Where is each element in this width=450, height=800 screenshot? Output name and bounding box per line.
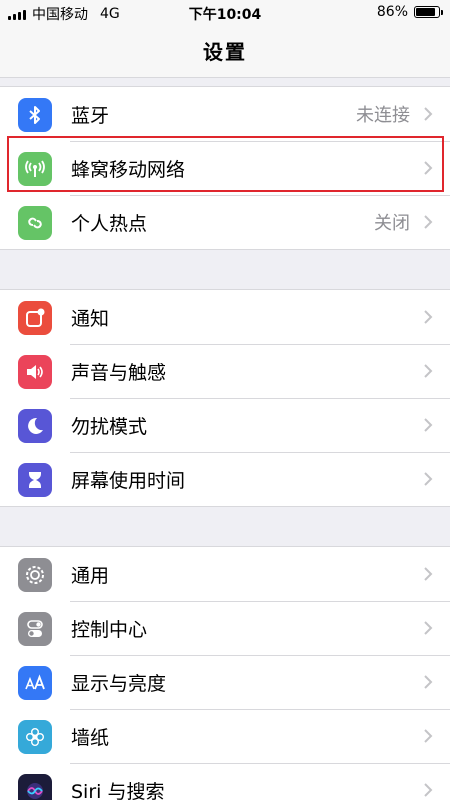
settings-row-label: 勿扰模式: [71, 415, 148, 438]
chevron-right-icon: [424, 783, 433, 797]
settings-row-general[interactable]: 通用: [0, 547, 450, 601]
page-title: 设置: [203, 40, 247, 64]
chevron-right-icon: [424, 215, 433, 229]
settings-row-label: 显示与亮度: [71, 672, 167, 695]
settings-row-label: 通知: [71, 307, 110, 330]
chevron-right-icon: [424, 675, 433, 689]
settings-row-value: 关闭: [374, 213, 410, 234]
moon-icon: [18, 409, 52, 443]
siri-icon: [18, 774, 52, 800]
settings-row-label: Siri 与搜索: [71, 780, 165, 800]
hourglass-icon: [18, 463, 52, 497]
chevron-right-icon: [424, 621, 433, 635]
settings-row-label: 控制中心: [71, 618, 148, 641]
settings-row-personal-hotspot[interactable]: 个人热点 关闭: [0, 195, 450, 249]
settings-row-sounds-haptics[interactable]: 声音与触感: [0, 344, 450, 398]
settings-group-general: 通用 控制中心 显示与亮度 墙纸 Siri 与搜索: [0, 546, 450, 800]
status-right: 86%: [376, 4, 443, 20]
settings-row-notifications[interactable]: 通知: [0, 290, 450, 344]
toggles-icon: [18, 612, 52, 646]
personal-hotspot-icon: [18, 206, 52, 240]
bluetooth-icon: [18, 98, 52, 132]
navigation-bar: 设置: [0, 26, 450, 78]
settings-row-cellular[interactable]: 蜂窝移动网络: [0, 141, 450, 195]
settings-row-value: 未连接: [356, 105, 410, 126]
settings-row-label: 声音与触感: [71, 361, 167, 384]
settings-row-label: 通用: [71, 564, 110, 587]
settings-group-alerts: 通知 声音与触感 勿扰模式 屏幕使用时间: [0, 289, 450, 507]
chevron-right-icon: [424, 729, 433, 743]
settings-row-control-center[interactable]: 控制中心: [0, 601, 450, 655]
cellular-antenna-icon: [18, 152, 52, 186]
battery-percent: 86%: [376, 4, 408, 20]
battery-icon: [414, 6, 443, 18]
status-bar: 中国移动 4G 下午10:04 86%: [0, 0, 450, 26]
settings-row-screen-time[interactable]: 屏幕使用时间: [0, 452, 450, 506]
notifications-icon: [18, 301, 52, 335]
chevron-right-icon: [424, 472, 433, 486]
settings-row-bluetooth[interactable]: 蓝牙 未连接: [0, 87, 450, 141]
chevron-right-icon: [424, 161, 433, 175]
settings-row-label: 墙纸: [71, 726, 110, 749]
settings-row-do-not-disturb[interactable]: 勿扰模式: [0, 398, 450, 452]
speaker-icon: [18, 355, 52, 389]
settings-row-wallpaper[interactable]: 墙纸: [0, 709, 450, 763]
settings-row-label: 屏幕使用时间: [71, 469, 186, 492]
settings-row-label: 蓝牙: [71, 104, 110, 127]
gear-icon: [18, 558, 52, 592]
chevron-right-icon: [424, 567, 433, 581]
settings-row-label: 蜂窝移动网络: [71, 158, 186, 181]
text-size-icon: [18, 666, 52, 700]
chevron-right-icon: [424, 364, 433, 378]
battery-fill: [416, 8, 435, 16]
settings-row-label: 个人热点: [71, 212, 148, 235]
settings-row-siri-search[interactable]: Siri 与搜索: [0, 763, 450, 800]
chevron-right-icon: [424, 418, 433, 432]
chevron-right-icon: [424, 310, 433, 324]
chevron-right-icon: [424, 107, 433, 121]
settings-row-display-brightness[interactable]: 显示与亮度: [0, 655, 450, 709]
settings-group-connectivity: 蓝牙 未连接 蜂窝移动网络 个人热点 关闭: [0, 86, 450, 250]
flower-icon: [18, 720, 52, 754]
